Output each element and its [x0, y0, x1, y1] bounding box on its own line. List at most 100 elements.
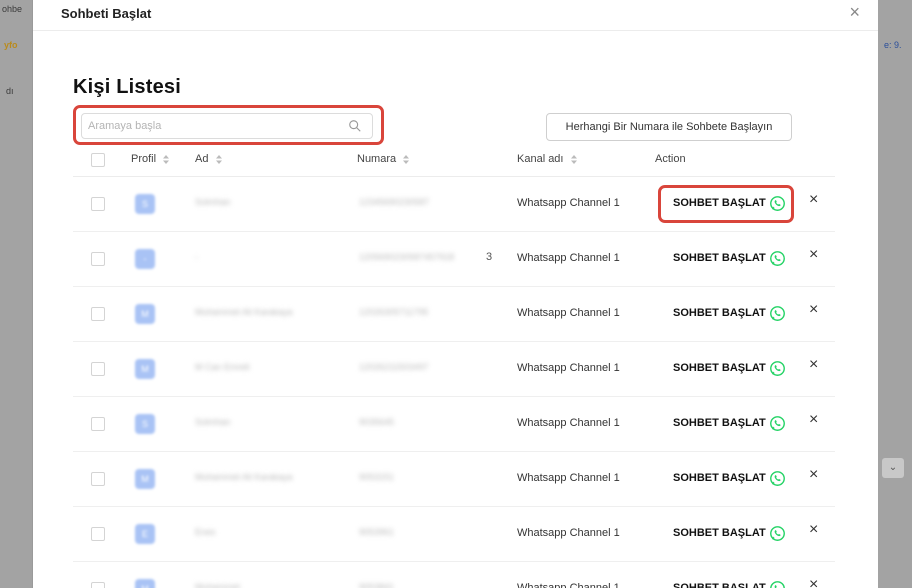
table-row: E Enes 9053961 Whatsapp Channel 1 SOHBET…	[73, 507, 835, 562]
contact-name: M Can Emreli	[195, 362, 250, 372]
row-checkbox[interactable]	[91, 307, 105, 321]
search-input[interactable]	[88, 117, 338, 135]
contact-name: Enes	[195, 527, 216, 537]
header-profil-label: Profil	[131, 153, 157, 165]
header-ad-label: Ad	[195, 153, 209, 165]
start-chat-button[interactable]: SOHBET BAŞLAT	[673, 466, 786, 490]
truncated-number-char: 3	[486, 251, 493, 263]
contact-name: Solmhan	[195, 417, 231, 427]
start-chat-label: SOHBET BAŞLAT	[673, 307, 766, 319]
background-chevron-icon: ⌄	[882, 458, 904, 478]
row-checkbox[interactable]	[91, 362, 105, 376]
select-all-checkbox[interactable]	[91, 153, 105, 167]
avatar: M	[135, 359, 155, 379]
sort-icon	[163, 154, 170, 164]
channel-name: Whatsapp Channel 1	[517, 417, 620, 429]
start-chat-label: SOHBET BAŞLAT	[673, 252, 766, 264]
modal-header: Sohbeti Başlat ×	[33, 0, 878, 31]
contact-number: 9035645	[359, 417, 395, 427]
table-row: M Muhammet 9053841 Whatsapp Channel 1 SO…	[73, 562, 835, 588]
remove-row-close-icon[interactable]: ×	[809, 466, 818, 484]
channel-name: Whatsapp Channel 1	[517, 472, 620, 484]
remove-row-close-icon[interactable]: ×	[809, 246, 818, 264]
table-row: - - 1205690230587457918 Whatsapp Channel…	[73, 232, 835, 287]
remove-row-close-icon[interactable]: ×	[809, 411, 818, 429]
remove-row-close-icon[interactable]: ×	[809, 521, 818, 539]
start-chat-highlight-annotation	[658, 185, 794, 223]
row-checkbox[interactable]	[91, 252, 105, 266]
start-chat-button[interactable]: SOHBET BAŞLAT	[673, 576, 786, 588]
avatar: M	[135, 304, 155, 324]
channel-name: Whatsapp Channel 1	[517, 252, 620, 264]
sort-icon	[403, 154, 410, 164]
header-numara[interactable]: Numara	[357, 153, 410, 165]
remove-row-close-icon[interactable]: ×	[809, 301, 818, 319]
search-icon[interactable]	[348, 119, 362, 133]
avatar: S	[135, 194, 155, 214]
contact-number: 12345690230587	[359, 197, 430, 207]
avatar: E	[135, 524, 155, 544]
row-checkbox[interactable]	[91, 582, 105, 588]
contact-number: 9053961	[359, 527, 395, 537]
contact-number: 1205690230587457918	[359, 252, 455, 262]
close-icon[interactable]: ×	[849, 2, 860, 23]
avatar: M	[135, 579, 155, 588]
whatsapp-icon	[769, 525, 785, 541]
header-kanal[interactable]: Kanal adı	[517, 153, 577, 165]
avatar: S	[135, 414, 155, 434]
header-profil[interactable]: Profil	[131, 153, 170, 165]
table-row: M Muhammet Ali Karakaya 12026305711795 W…	[73, 287, 835, 342]
table-row: M M Can Emreli 12026211503497 Whatsapp C…	[73, 342, 835, 397]
table-header: Profil Ad Numara Kanal adı Action	[73, 145, 835, 177]
background-left-panel: ohbe yfo dı	[0, 0, 32, 588]
background-right-panel: e: 9. ⌄	[878, 0, 912, 588]
contact-name: Muhammet Ali Karakaya	[195, 307, 293, 317]
contact-name: Muhammet	[195, 582, 241, 588]
background-text: ohbe	[2, 4, 23, 14]
sort-icon	[215, 154, 222, 164]
whatsapp-icon	[769, 360, 785, 376]
contact-number: 12026211503497	[359, 362, 429, 372]
start-chat-button[interactable]: SOHBET BAŞLAT	[673, 411, 786, 435]
start-chat-label: SOHBET BAŞLAT	[673, 417, 766, 429]
whatsapp-icon	[769, 415, 785, 431]
start-chat-label: SOHBET BAŞLAT	[673, 527, 766, 539]
contact-name: -	[195, 252, 198, 262]
row-checkbox[interactable]	[91, 472, 105, 486]
header-action: Action	[655, 153, 686, 165]
background-text: dı	[6, 86, 14, 96]
remove-row-close-icon[interactable]: ×	[809, 356, 818, 374]
background-text: e: 9.	[884, 40, 902, 50]
modal-title: Sohbeti Başlat	[61, 6, 152, 21]
start-chat-button[interactable]: SOHBET BAŞLAT	[673, 246, 786, 270]
avatar: M	[135, 469, 155, 489]
start-chat-label: SOHBET BAŞLAT	[673, 362, 766, 374]
start-chat-button[interactable]: SOHBET BAŞLAT	[673, 301, 786, 325]
table-row: S Solmhan 9035645 Whatsapp Channel 1 SOH…	[73, 397, 835, 452]
start-chat-button[interactable]: SOHBET BAŞLAT	[673, 356, 786, 380]
channel-name: Whatsapp Channel 1	[517, 582, 620, 588]
row-checkbox[interactable]	[91, 527, 105, 541]
start-chat-any-number-button[interactable]: Herhangi Bir Numara ile Sohbete Başlayın	[546, 113, 792, 141]
channel-name: Whatsapp Channel 1	[517, 527, 620, 539]
header-kanal-label: Kanal adı	[517, 153, 564, 165]
avatar: -	[135, 249, 155, 269]
sort-icon	[570, 154, 577, 164]
row-checkbox[interactable]	[91, 417, 105, 431]
header-ad[interactable]: Ad	[195, 153, 222, 165]
contact-number: 9053841	[359, 582, 395, 588]
channel-name: Whatsapp Channel 1	[517, 197, 620, 209]
search-box	[81, 113, 373, 139]
contact-name: Muhammet Ali Karakaya	[195, 472, 293, 482]
row-checkbox[interactable]	[91, 197, 105, 211]
background-text: yfo	[4, 40, 18, 50]
start-chat-modal: Sohbeti Başlat × Kişi Listesi Herhangi B…	[33, 0, 878, 588]
channel-name: Whatsapp Channel 1	[517, 307, 620, 319]
remove-row-close-icon[interactable]: ×	[809, 576, 818, 588]
whatsapp-icon	[769, 250, 785, 266]
remove-row-close-icon[interactable]: ×	[809, 191, 818, 209]
contact-number: 9053151	[359, 472, 395, 482]
start-chat-button[interactable]: SOHBET BAŞLAT	[673, 521, 786, 545]
whatsapp-icon	[769, 580, 785, 588]
page-title: Kişi Listesi	[73, 76, 181, 98]
